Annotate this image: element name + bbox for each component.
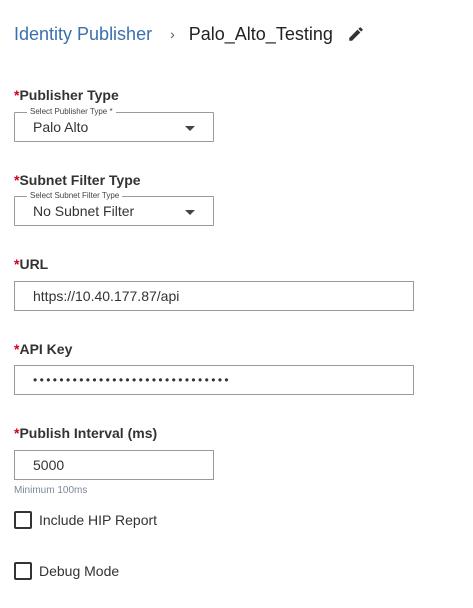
subnet-filter-type-label-text: Subnet Filter Type (19, 172, 141, 188)
breadcrumb-separator: › (170, 26, 175, 42)
publisher-type-legend: Select Publisher Type * (27, 107, 116, 117)
subnet-filter-type-value: No Subnet Filter (33, 203, 135, 219)
include-hip-report-row[interactable]: Include HIP Report (14, 511, 157, 529)
api-key-label: *API Key (14, 341, 72, 357)
subnet-filter-type-label: *Subnet Filter Type (14, 172, 141, 188)
debug-mode-label: Debug Mode (39, 563, 120, 579)
api-key-input[interactable]: •••••••••••••••••••••••••••••• (14, 365, 414, 395)
caret-down-icon (185, 126, 195, 131)
publish-interval-hint: Minimum 100ms (14, 485, 88, 496)
page-title: Palo_Alto_Testing (188, 23, 333, 44)
breadcrumb: Identity Publisher › Palo_Alto_Testing (14, 20, 365, 48)
publisher-type-label-text: Publisher Type (19, 87, 119, 103)
breadcrumb-identity-publisher-link[interactable]: Identity Publisher (14, 24, 152, 45)
subnet-filter-type-select[interactable]: Select Subnet Filter Type No Subnet Filt… (14, 191, 214, 226)
pencil-icon[interactable] (347, 25, 365, 43)
publisher-type-label: *Publisher Type (14, 87, 119, 103)
publish-interval-label-text: Publish Interval (ms) (19, 425, 158, 441)
debug-mode-checkbox[interactable] (14, 562, 32, 580)
publisher-type-value: Palo Alto (33, 119, 89, 135)
url-label: *URL (14, 256, 48, 272)
url-label-text: URL (19, 256, 49, 272)
publisher-type-select[interactable]: Select Publisher Type * Palo Alto (14, 107, 214, 142)
url-input[interactable] (14, 281, 414, 311)
api-key-label-text: API Key (19, 341, 73, 357)
include-hip-report-label: Include HIP Report (39, 512, 158, 528)
include-hip-report-checkbox[interactable] (14, 511, 32, 529)
subnet-filter-type-legend: Select Subnet Filter Type (27, 191, 123, 201)
publish-interval-input[interactable] (14, 450, 214, 480)
publish-interval-label: *Publish Interval (ms) (14, 425, 157, 441)
debug-mode-row[interactable]: Debug Mode (14, 562, 119, 580)
caret-down-icon (185, 210, 195, 215)
